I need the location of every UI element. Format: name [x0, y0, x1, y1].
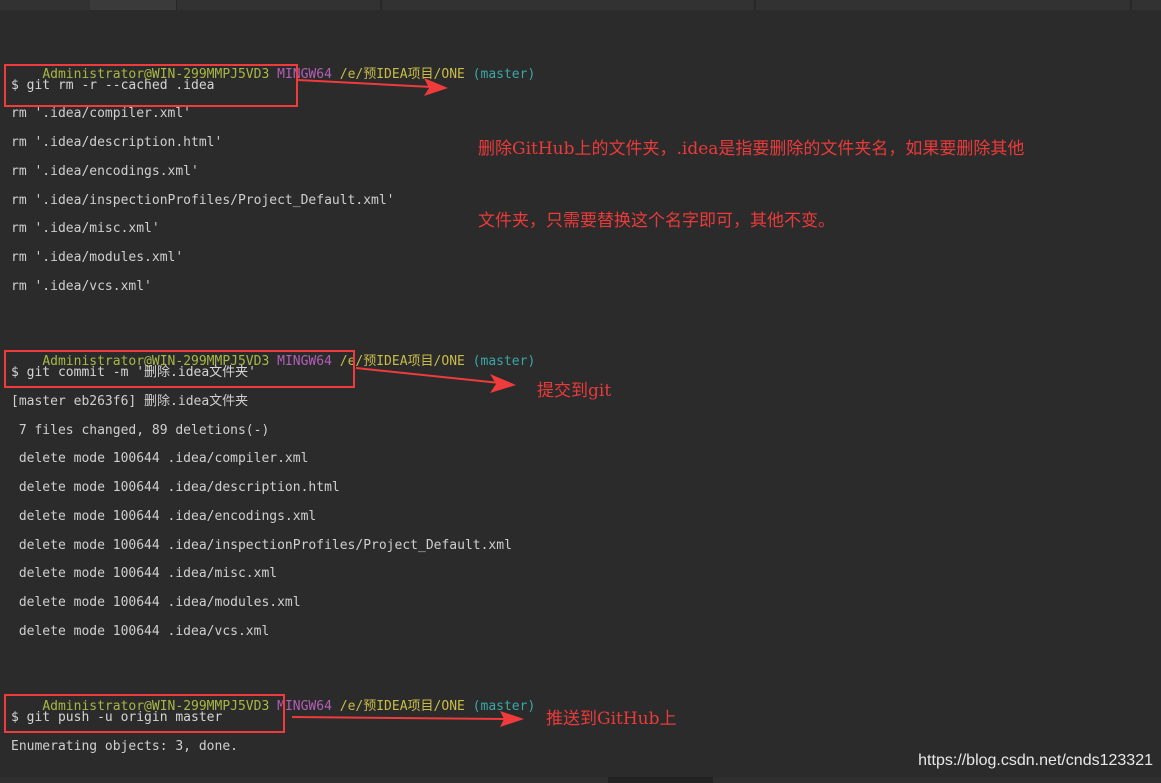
highlight-box-commit-command — [4, 350, 355, 388]
tab-segment[interactable] — [754, 0, 756, 10]
output-line: delete mode 100644 .idea/description.htm… — [11, 480, 340, 495]
annotation-line: 删除GitHub上的文件夹，.idea是指要删除的文件夹名，如果要删除其他 — [478, 139, 1025, 159]
bottom-strip — [0, 777, 1161, 783]
output-line: delete mode 100644 .idea/modules.xml — [11, 595, 301, 610]
tab-segment[interactable] — [1130, 0, 1132, 10]
prompt-branch: (master) — [472, 67, 536, 82]
arrow-icon — [291, 711, 524, 727]
output-line: rm '.idea/encodings.xml' — [11, 164, 199, 179]
output-line: 7 files changed, 89 deletions(-) — [11, 423, 270, 438]
arrow-icon — [297, 78, 448, 96]
output-line: delete mode 100644 .idea/inspectionProfi… — [11, 538, 512, 553]
bottom-segment — [608, 777, 713, 783]
watermark: https://blog.csdn.net/cnds123321 — [918, 752, 1153, 769]
highlight-box-rm-command — [4, 64, 298, 107]
tab-segment[interactable] — [380, 0, 382, 10]
output-line: rm '.idea/vcs.xml' — [11, 279, 152, 294]
output-line: delete mode 100644 .idea/vcs.xml — [11, 624, 270, 639]
output-line: Enumerating objects: 3, done. — [11, 739, 238, 754]
annotation-commit: 提交到git — [537, 381, 612, 401]
highlight-box-push-command — [4, 694, 285, 733]
output-line: rm '.idea/inspectionProfiles/Project_Def… — [11, 193, 395, 208]
output-line: delete mode 100644 .idea/compiler.xml — [11, 451, 309, 466]
annotation-remove-folder: 删除GitHub上的文件夹，.idea是指要删除的文件夹名，如果要删除其他 文件… — [478, 89, 1024, 257]
annotation-line: 文件夹，只需要替换这个名字即可，其他不变。 — [478, 211, 835, 231]
output-line: rm '.idea/compiler.xml' — [11, 106, 192, 121]
annotation-push: 推送到GitHub上 — [546, 709, 677, 729]
output-line: rm '.idea/misc.xml' — [11, 221, 160, 236]
window-tab-strip — [0, 0, 1161, 10]
output-line: delete mode 100644 .idea/encodings.xml — [11, 509, 317, 524]
output-line: [master eb263f6] 删除.idea文件夹 — [11, 394, 249, 409]
output-line: delete mode 100644 .idea/misc.xml — [11, 566, 278, 581]
output-line: rm '.idea/description.html' — [11, 135, 223, 150]
tab-segment[interactable] — [90, 0, 177, 10]
output-line: rm '.idea/modules.xml' — [11, 250, 184, 265]
arrow-icon — [355, 367, 516, 393]
